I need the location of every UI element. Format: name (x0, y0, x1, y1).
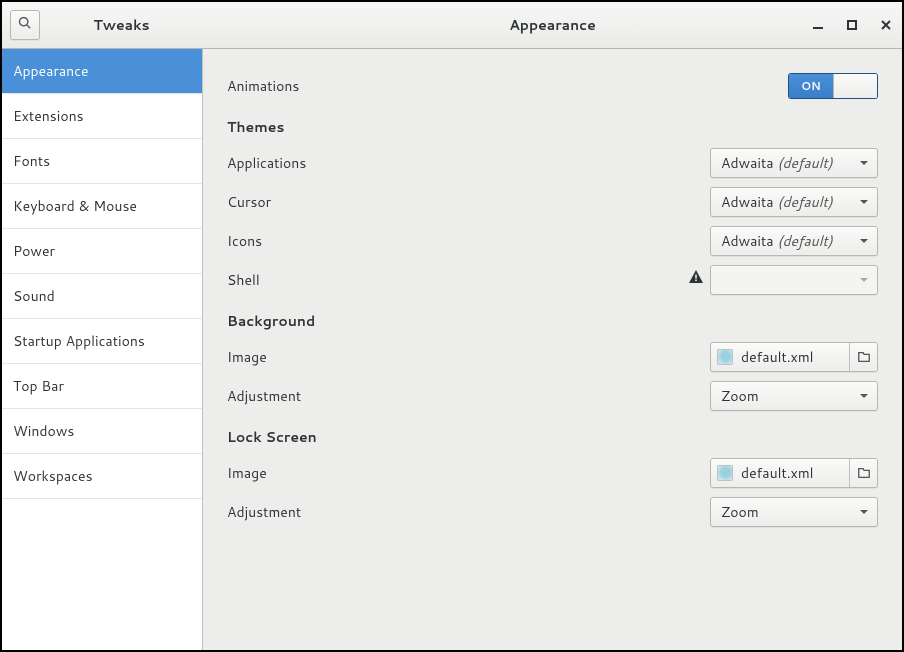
switch-on-label: ON (789, 74, 833, 98)
label-shell: Shell (227, 270, 688, 290)
combo-value: Adwaita (721, 153, 774, 173)
titlebar-left: Tweaks (2, 2, 203, 48)
background-image-chooser[interactable]: default.xml (710, 342, 878, 372)
titlebar: Tweaks Appearance (2, 2, 902, 49)
combo-text: Adwaita (default) (721, 192, 853, 212)
row-animations: Animations ON (227, 66, 878, 105)
chevron-down-icon (859, 192, 869, 212)
sidebar-item-sound[interactable]: Sound (2, 274, 202, 319)
sidebar-item-label: Startup Applications (13, 331, 145, 351)
page-title: Appearance (509, 15, 596, 35)
combo-value: Adwaita (721, 192, 774, 212)
chevron-down-icon (859, 153, 869, 173)
combo-default: (default) (777, 153, 832, 173)
row-lockscreen-image: Image default.xml (227, 453, 878, 492)
label-lockscreen-adjustment: Adjustment (227, 502, 710, 522)
shell-combo (710, 265, 878, 295)
row-background-image: Image default.xml (227, 337, 878, 376)
sidebar-item-label: Appearance (13, 61, 89, 81)
sidebar-item-workspaces[interactable]: Workspaces (2, 454, 202, 499)
combo-value: Adwaita (721, 231, 774, 251)
image-preview-icon (717, 349, 733, 365)
label-icons: Icons (227, 231, 710, 251)
combo-text: Zoom (721, 386, 853, 406)
sidebar-item-label: Keyboard & Mouse (13, 196, 137, 216)
sidebar-item-label: Sound (13, 286, 55, 306)
content: Animations ON Themes Applications Adwait… (203, 49, 902, 650)
combo-default: (default) (777, 192, 832, 212)
file-name: default.xml (733, 463, 849, 483)
minimize-icon (813, 15, 823, 35)
chevron-down-icon (859, 502, 869, 522)
cursor-combo[interactable]: Adwaita (default) (710, 187, 878, 217)
combo-text: Adwaita (default) (721, 231, 853, 251)
label-background-image: Image (227, 347, 710, 367)
row-lockscreen-adjustment: Adjustment Zoom (227, 492, 878, 531)
sidebar-item-label: Extensions (13, 106, 84, 126)
row-icons: Icons Adwaita (default) (227, 221, 878, 260)
sidebar-item-label: Fonts (13, 151, 50, 171)
close-icon (881, 15, 891, 35)
maximize-button[interactable] (844, 17, 860, 33)
label-cursor: Cursor (227, 192, 710, 212)
combo-text: Zoom (721, 502, 853, 522)
animations-switch[interactable]: ON (788, 73, 878, 99)
search-button[interactable] (10, 10, 40, 40)
file-name: default.xml (733, 347, 849, 367)
search-icon (18, 15, 32, 35)
label-applications: Applications (227, 153, 710, 173)
label-lockscreen-image: Image (227, 463, 710, 483)
app-title: Tweaks (48, 15, 195, 35)
minimize-button[interactable] (810, 17, 826, 33)
titlebar-right: Appearance (203, 2, 902, 48)
icons-combo[interactable]: Adwaita (default) (710, 226, 878, 256)
image-preview-icon (717, 465, 733, 481)
combo-default: (default) (777, 231, 832, 251)
section-background: Background (227, 299, 878, 337)
window: Tweaks Appearance Appearance Extensions … (0, 0, 904, 652)
sidebar-item-startup-applications[interactable]: Startup Applications (2, 319, 202, 364)
chevron-down-icon (859, 270, 869, 290)
sidebar-item-label: Workspaces (13, 466, 93, 486)
sidebar-item-label: Windows (13, 421, 74, 441)
close-button[interactable] (878, 17, 894, 33)
label-background-adjustment: Adjustment (227, 386, 710, 406)
section-lockscreen: Lock Screen (227, 415, 878, 453)
row-background-adjustment: Adjustment Zoom (227, 376, 878, 415)
lockscreen-adjustment-combo[interactable]: Zoom (710, 497, 878, 527)
background-adjustment-combo[interactable]: Zoom (710, 381, 878, 411)
switch-slider (833, 74, 877, 98)
maximize-icon (847, 15, 857, 35)
label-animations: Animations (227, 76, 788, 96)
combo-text: Adwaita (default) (721, 153, 853, 173)
chevron-down-icon (859, 386, 869, 406)
row-shell: Shell (227, 260, 878, 299)
sidebar-item-windows[interactable]: Windows (2, 409, 202, 454)
warning-icon (688, 269, 704, 290)
window-controls (810, 17, 894, 33)
body: Appearance Extensions Fonts Keyboard & M… (2, 49, 902, 650)
sidebar: Appearance Extensions Fonts Keyboard & M… (2, 49, 203, 650)
sidebar-item-label: Top Bar (13, 376, 64, 396)
sidebar-item-keyboard-mouse[interactable]: Keyboard & Mouse (2, 184, 202, 229)
chevron-down-icon (859, 231, 869, 251)
row-cursor: Cursor Adwaita (default) (227, 182, 878, 221)
sidebar-item-power[interactable]: Power (2, 229, 202, 274)
sidebar-item-label: Power (13, 241, 55, 261)
section-themes: Themes (227, 105, 878, 143)
sidebar-item-fonts[interactable]: Fonts (2, 139, 202, 184)
sidebar-item-appearance[interactable]: Appearance (2, 49, 202, 94)
sidebar-item-top-bar[interactable]: Top Bar (2, 364, 202, 409)
applications-combo[interactable]: Adwaita (default) (710, 148, 878, 178)
sidebar-item-extensions[interactable]: Extensions (2, 94, 202, 139)
row-applications: Applications Adwaita (default) (227, 143, 878, 182)
open-file-icon (849, 459, 877, 487)
lockscreen-image-chooser[interactable]: default.xml (710, 458, 878, 488)
open-file-icon (849, 343, 877, 371)
